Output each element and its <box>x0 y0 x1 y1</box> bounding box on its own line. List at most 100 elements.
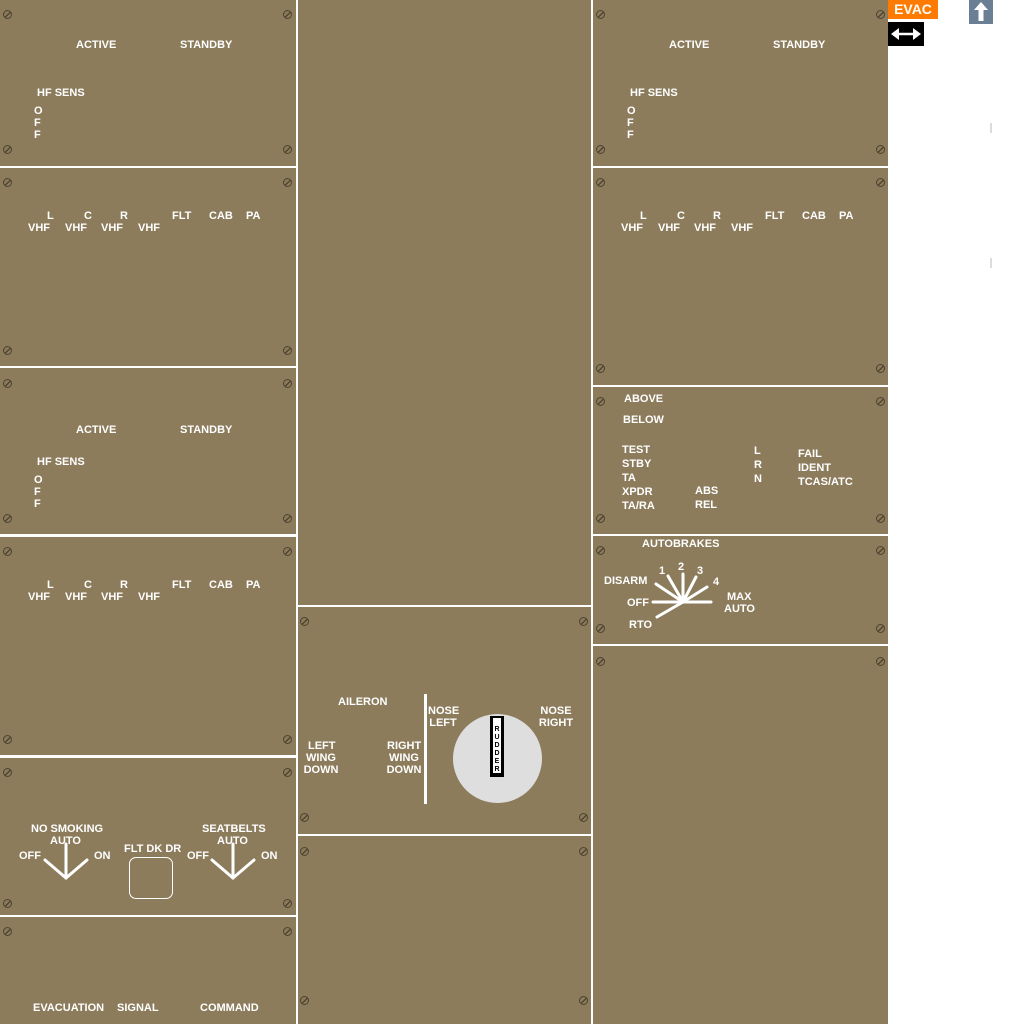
r-label: R <box>120 210 128 222</box>
screw-icon <box>596 624 605 633</box>
screw-icon <box>283 10 292 19</box>
pa-label: PA <box>839 210 854 222</box>
vhf-label: VHF <box>138 222 160 234</box>
screw-icon <box>3 10 12 19</box>
l-label: L <box>47 579 54 591</box>
up-arrow-icon[interactable] <box>969 0 993 24</box>
c-label: C <box>677 210 685 222</box>
screw-icon <box>283 735 292 744</box>
flt-label: FLT <box>172 579 192 591</box>
screw-icon <box>283 145 292 154</box>
vhf-label: VHF <box>138 591 160 603</box>
screw-icon <box>283 927 292 936</box>
abs-label: ABS <box>695 485 719 497</box>
flight-deck-door-button[interactable] <box>129 857 173 899</box>
screw-icon <box>3 514 12 523</box>
hf-sens-label: HF SENS <box>37 87 85 99</box>
off-label-char: O <box>34 474 43 486</box>
tcas-atc-label: TCAS/ATC <box>798 476 853 488</box>
mode-ta-label: TA <box>622 472 636 484</box>
screw-icon <box>3 145 12 154</box>
mode-stby-label: STBY <box>622 458 652 470</box>
screw-icon <box>876 657 885 666</box>
screw-icon <box>283 899 292 908</box>
trim-panel: AILERON LEFT WING DOWN RIGHT WING DOWN N… <box>298 607 591 834</box>
autobrakes-disarm-label: DISARM <box>604 575 648 587</box>
screw-icon <box>3 927 12 936</box>
screw-icon <box>596 657 605 666</box>
screw-icon <box>596 10 605 19</box>
cab-label: CAB <box>802 210 826 222</box>
side-l-label: L <box>754 445 761 457</box>
autobrakes-rto-label: RTO <box>629 619 653 631</box>
mode-test-label: TEST <box>622 444 651 456</box>
standby-label: STANDBY <box>180 424 233 436</box>
off-label-char: O <box>34 105 43 117</box>
no-smoking-selector[interactable] <box>40 840 92 882</box>
fail-label: FAIL <box>798 448 822 460</box>
screw-icon <box>596 364 605 373</box>
rudder-char: R <box>494 766 500 773</box>
scroll-tick <box>990 123 992 133</box>
flt-label: FLT <box>765 210 785 222</box>
rudder-char: R <box>494 726 500 733</box>
screw-icon <box>579 847 588 856</box>
vhf-label: VHF <box>28 591 50 603</box>
screw-icon <box>283 178 292 187</box>
screw-icon <box>876 624 885 633</box>
standby-label: STANDBY <box>773 39 826 51</box>
vhf-label: VHF <box>65 222 87 234</box>
screw-icon <box>300 847 309 856</box>
screw-icon <box>3 178 12 187</box>
off-label-char: F <box>627 117 634 129</box>
evac-badge[interactable]: EVAC <box>888 0 938 19</box>
screw-icon <box>876 10 885 19</box>
autobrakes-selector[interactable] <box>650 565 720 625</box>
nose-left-label: LEFT <box>429 717 457 729</box>
mode-xpdr-label: XPDR <box>622 486 653 498</box>
vhf-label: VHF <box>731 222 753 234</box>
vhf-label: VHF <box>101 591 123 603</box>
screw-icon <box>876 397 885 406</box>
signal-label: SIGNAL <box>117 1002 159 1014</box>
hf-sens-label: HF SENS <box>630 87 678 99</box>
trim-divider-line <box>424 694 427 804</box>
active-label: ACTIVE <box>669 39 710 51</box>
pa-label: PA <box>246 579 261 591</box>
active-label: ACTIVE <box>76 39 117 51</box>
nose-right-label: NOSE <box>540 705 572 717</box>
autobrakes-auto-label: AUTO <box>724 603 755 615</box>
screw-icon <box>876 546 885 555</box>
screw-icon <box>876 364 885 373</box>
rudder-char: U <box>494 734 500 741</box>
autobrakes-panel: AUTOBRAKES DISARM OFF RTO 1 2 3 4 MAX AU… <box>593 536 888 644</box>
vhf-label: VHF <box>658 222 680 234</box>
pa-label: PA <box>246 210 261 222</box>
screw-icon <box>3 768 12 777</box>
right-wing-down-label: WING <box>389 752 419 764</box>
screw-icon <box>3 547 12 556</box>
transponder-panel: ABOVE BELOW TEST STBY TA XPDR TA/RA ABS … <box>593 387 888 534</box>
screw-icon <box>876 514 885 523</box>
evacuation-label: EVACUATION <box>33 1002 105 1014</box>
screw-icon <box>283 379 292 388</box>
r-label: R <box>713 210 721 222</box>
above-label: ABOVE <box>624 393 664 405</box>
right-wing-down-label: DOWN <box>386 764 422 776</box>
rudder-char: D <box>494 750 500 757</box>
screw-icon <box>596 514 605 523</box>
autobrakes-title: AUTOBRAKES <box>642 538 720 550</box>
left-right-arrow-icon[interactable] <box>888 22 924 46</box>
below-label: BELOW <box>623 414 664 426</box>
screw-icon <box>283 346 292 355</box>
left-wing-down-label: WING <box>306 752 336 764</box>
left-audio-control-panel: L C R VHF VHF VHF VHF FLT CAB PA <box>0 168 296 366</box>
seatbelts-selector[interactable] <box>207 840 259 882</box>
left-audio-control-panel-2: L C R VHF VHF VHF VHF FLT CAB PA <box>0 537 296 755</box>
screw-icon <box>596 546 605 555</box>
screw-icon <box>596 145 605 154</box>
on-label: ON <box>94 850 111 862</box>
center-lower-blank-panel <box>298 836 591 1024</box>
on-label: ON <box>261 850 278 862</box>
off-label-char: F <box>627 129 634 141</box>
